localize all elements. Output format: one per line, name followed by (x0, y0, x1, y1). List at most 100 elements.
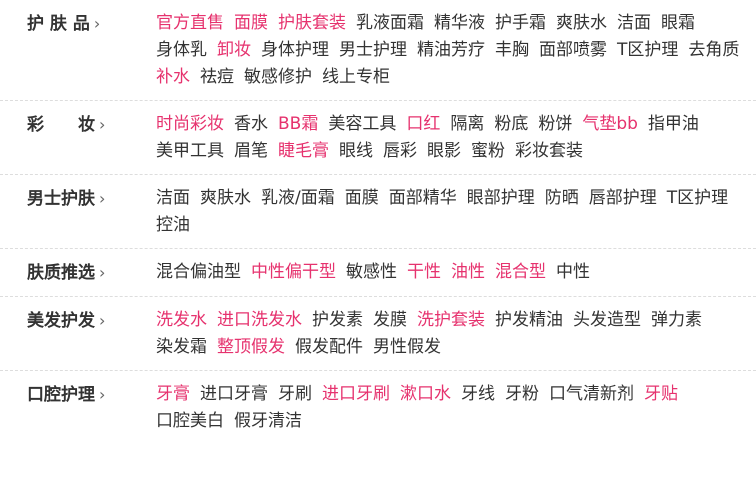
subcategory-link[interactable]: 中性偏干型 (251, 259, 336, 286)
subcategory-link[interactable]: 敏感修护 (244, 64, 312, 91)
category-label: 护 肤 品 (27, 14, 90, 34)
subcategory-link[interactable]: 染发霜 (156, 334, 207, 361)
chevron-right-icon: › (99, 263, 106, 282)
subcategory-link[interactable]: 洗发水 (156, 307, 207, 334)
category-row: 护 肤 品 › 官方直售 面膜 护肤套装 乳液面霜 精华液 护手霜 爽肤水 洁面 眼霜身体乳 卸妆 身体… (0, 0, 756, 101)
subcategory-link[interactable]: 进口洗发水 (217, 307, 302, 334)
category-title[interactable]: 肤质推选 › (0, 259, 130, 287)
category-title[interactable]: 口腔护理 › (0, 381, 130, 435)
subcategory-link[interactable]: 眼影 (427, 138, 461, 165)
category-row: 口腔护理 › 牙膏 进口牙膏 牙刷 进口牙刷 漱口水 牙线 牙粉 口气清新剂 牙贴口腔美白 假牙清洁 (0, 371, 756, 444)
subcategory-link[interactable]: 精油芳疗 (417, 37, 485, 64)
subcategory-link[interactable]: 进口牙刷 (322, 381, 390, 408)
subcategory-link[interactable]: 卸妆 (217, 37, 251, 64)
category-label: 口腔护理 (27, 385, 95, 405)
category-row: 美发护发 › 洗发水 进口洗发水 护发素 发膜 洗护套装 护发精油 头发造型 弹力素染发霜 整顶假发… (0, 297, 756, 371)
subcategory-link[interactable]: 香水 (234, 111, 268, 138)
subcategory-list: 官方直售 面膜 护肤套装 乳液面霜 精华液 护手霜 爽肤水 洁面 眼霜身体乳 卸妆 身体护理 男士护理… (130, 10, 756, 91)
subcategory-link[interactable]: 牙刷 (278, 381, 312, 408)
subcategory-link[interactable]: 气垫bb (582, 111, 638, 138)
subcategory-link[interactable]: 彩妆套装 (515, 138, 583, 165)
subcategory-link[interactable]: 爽肤水 (556, 10, 607, 37)
subcategory-link[interactable]: 牙粉 (505, 381, 539, 408)
subcategory-link[interactable]: 祛痘 (200, 64, 234, 91)
subcategory-link[interactable]: 唇部护理 (589, 185, 657, 212)
category-row: 肤质推选 › 混合偏油型 中性偏干型 敏感性 干性 油性 混合型 中性 (0, 249, 756, 297)
subcategory-link[interactable]: 洁面 (617, 10, 651, 37)
subcategory-link[interactable]: 去角质 (688, 37, 739, 64)
subcategory-link[interactable]: 假牙清洁 (234, 408, 302, 435)
subcategory-link[interactable]: 洁面 (156, 185, 190, 212)
subcategory-link[interactable]: 护发素 (312, 307, 363, 334)
subcategory-link[interactable]: T区护理 (617, 37, 678, 64)
subcategory-link[interactable]: T区护理 (667, 185, 728, 212)
subcategory-link[interactable]: 混合型 (495, 259, 546, 286)
subcategory-link[interactable]: 指甲油 (648, 111, 699, 138)
subcategory-link[interactable]: 美甲工具 (156, 138, 224, 165)
subcategory-link[interactable]: 发膜 (373, 307, 407, 334)
category-label: 肤质推选 (27, 263, 95, 283)
subcategory-link[interactable]: 防晒 (545, 185, 579, 212)
subcategory-link[interactable]: 口腔美白 (156, 408, 224, 435)
subcategory-link[interactable]: 进口牙膏 (200, 381, 268, 408)
subcategory-link[interactable]: 牙贴 (644, 381, 678, 408)
subcategory-link[interactable]: 乳液/面霜 (261, 185, 335, 212)
subcategory-link[interactable]: 精华液 (434, 10, 485, 37)
subcategory-link[interactable]: 官方直售 (156, 10, 224, 37)
subcategory-link[interactable]: 线上专柜 (322, 64, 390, 91)
subcategory-link[interactable]: 唇彩 (383, 138, 417, 165)
subcategory-link[interactable]: 面部喷雾 (539, 37, 607, 64)
subcategory-link[interactable]: BB霜 (278, 111, 318, 138)
category-title[interactable]: 美发护发 › (0, 307, 130, 361)
subcategory-link[interactable]: 护手霜 (495, 10, 546, 37)
subcategory-link[interactable]: 口气清新剂 (549, 381, 634, 408)
subcategory-link[interactable]: 面膜 (234, 10, 268, 37)
subcategory-link[interactable]: 乳液面霜 (356, 10, 424, 37)
subcategory-link[interactable]: 敏感性 (346, 259, 397, 286)
subcategory-link[interactable]: 丰胸 (495, 37, 529, 64)
subcategory-link[interactable]: 睫毛膏 (278, 138, 329, 165)
subcategory-link[interactable]: 隔离 (450, 111, 484, 138)
subcategory-link[interactable]: 眼霜 (661, 10, 695, 37)
category-title[interactable]: 男士护肤 › (0, 185, 130, 239)
subcategory-link[interactable]: 粉饼 (538, 111, 572, 138)
subcategory-link[interactable]: 面部精华 (389, 185, 457, 212)
subcategory-link[interactable]: 男性假发 (373, 334, 441, 361)
subcategory-link[interactable]: 洗护套装 (417, 307, 485, 334)
category-row: 男士护肤 › 洁面 爽肤水 乳液/面霜 面膜 面部精华 眼部护理 防晒 唇部护理 T区护理控油 (0, 175, 756, 249)
subcategory-link[interactable]: 男士护理 (339, 37, 407, 64)
subcategory-link[interactable]: 补水 (156, 64, 190, 91)
subcategory-link[interactable]: 护发精油 (495, 307, 563, 334)
subcategory-link[interactable]: 整顶假发 (217, 334, 285, 361)
chevron-right-icon: › (99, 115, 106, 134)
subcategory-link[interactable]: 护肤套装 (278, 10, 346, 37)
category-menu: 护 肤 品 › 官方直售 面膜 护肤套装 乳液面霜 精华液 护手霜 爽肤水 洁面 眼霜身体乳 卸妆 身体… (0, 0, 756, 444)
subcategory-link[interactable]: 蜜粉 (471, 138, 505, 165)
category-title[interactable]: 彩 妆 › (0, 111, 130, 165)
subcategory-link[interactable]: 眉笔 (234, 138, 268, 165)
subcategory-link[interactable]: 牙线 (461, 381, 495, 408)
subcategory-link[interactable]: 时尚彩妆 (156, 111, 224, 138)
subcategory-link[interactable]: 控油 (156, 212, 190, 239)
subcategory-link[interactable]: 面膜 (345, 185, 379, 212)
subcategory-link[interactable]: 粉底 (494, 111, 528, 138)
subcategory-link[interactable]: 弹力素 (651, 307, 702, 334)
subcategory-link[interactable]: 头发造型 (573, 307, 641, 334)
subcategory-link[interactable]: 口红 (406, 111, 440, 138)
subcategory-link[interactable]: 身体乳 (156, 37, 207, 64)
category-title[interactable]: 护 肤 品 › (0, 10, 130, 91)
subcategory-link[interactable]: 眼部护理 (467, 185, 535, 212)
subcategory-link[interactable]: 身体护理 (261, 37, 329, 64)
category-label: 彩 妆 (27, 115, 95, 135)
subcategory-link[interactable]: 假发配件 (295, 334, 363, 361)
subcategory-link[interactable]: 混合偏油型 (156, 259, 241, 286)
subcategory-link[interactable]: 牙膏 (156, 381, 190, 408)
subcategory-list: 牙膏 进口牙膏 牙刷 进口牙刷 漱口水 牙线 牙粉 口气清新剂 牙贴口腔美白 假牙清洁 (130, 381, 756, 435)
subcategory-link[interactable]: 油性 (451, 259, 485, 286)
subcategory-link[interactable]: 漱口水 (400, 381, 451, 408)
subcategory-link[interactable]: 美容工具 (328, 111, 396, 138)
subcategory-link[interactable]: 爽肤水 (200, 185, 251, 212)
subcategory-link[interactable]: 中性 (556, 259, 590, 286)
subcategory-link[interactable]: 干性 (407, 259, 441, 286)
subcategory-link[interactable]: 眼线 (339, 138, 373, 165)
